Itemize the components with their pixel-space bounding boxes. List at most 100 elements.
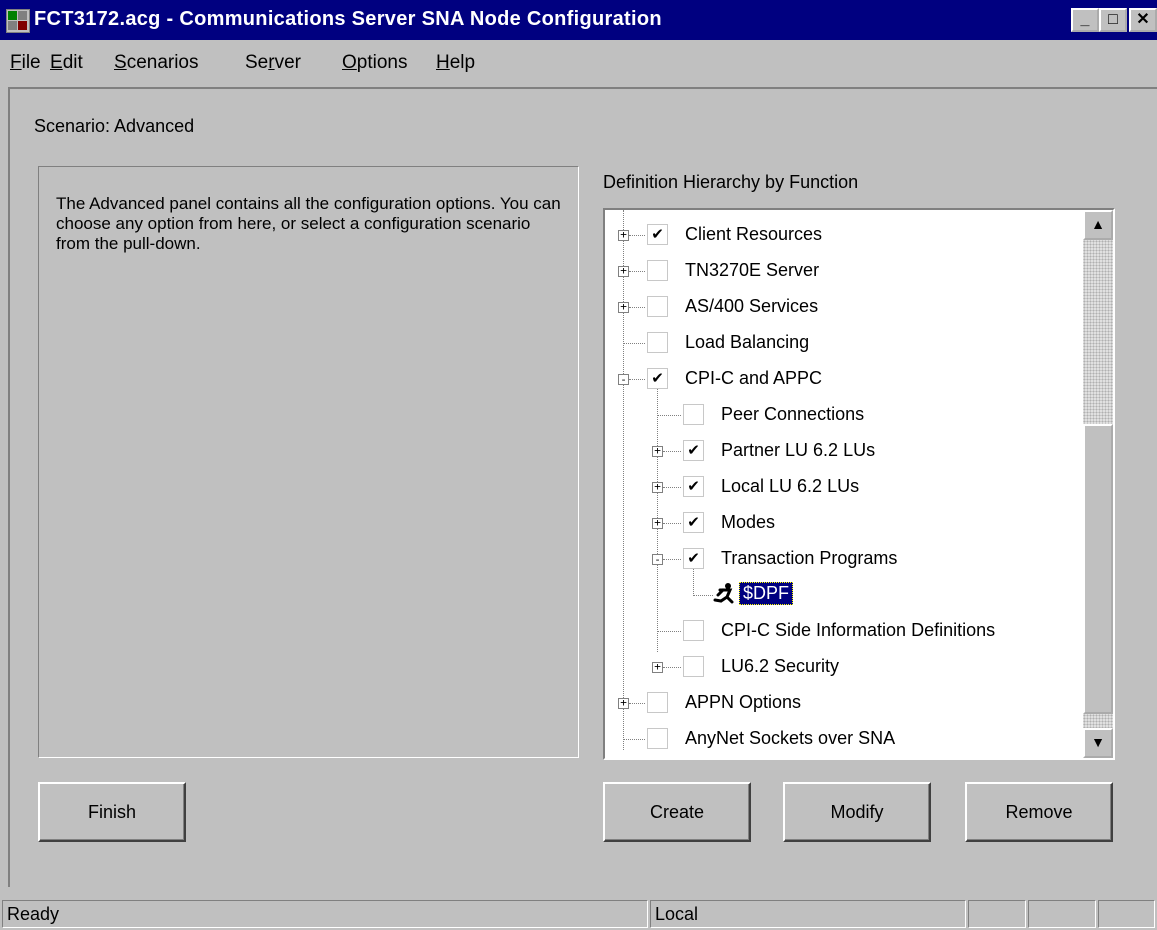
menu-file-mnemonic: F — [10, 52, 22, 73]
tree-connector — [629, 703, 645, 704]
finish-button[interactable]: Finish — [38, 782, 186, 842]
checkbox-transaction-programs[interactable]: ✔ — [683, 548, 704, 569]
checkbox-partner-lu62[interactable]: ✔ — [683, 440, 704, 461]
scroll-down-button[interactable]: ▼ — [1083, 728, 1113, 758]
scenario-label: Scenario: Advanced — [34, 116, 195, 136]
tree-connector — [623, 343, 645, 344]
menu-help-mnemonic: H — [436, 52, 450, 73]
collapse-icon[interactable]: - — [618, 374, 629, 385]
tree-item-as400-services[interactable]: + AS/400 Services — [605, 292, 1075, 322]
tree-item-label: AS/400 Services — [685, 296, 819, 316]
tree-item-tn3270e-server[interactable]: + TN3270E Server — [605, 256, 1075, 286]
menu-help[interactable]: Help — [436, 52, 475, 74]
tree-item-peer-connections[interactable]: Peer Connections — [605, 400, 1075, 430]
status-indicator-3 — [1098, 900, 1155, 928]
description-text: The Advanced panel contains all the conf… — [56, 194, 561, 253]
collapse-icon[interactable]: - — [652, 554, 663, 565]
definition-tree[interactable]: + ✔ Client Resources + TN3270E Server + … — [603, 208, 1115, 760]
modify-button[interactable]: Modify — [783, 782, 931, 842]
minimize-button[interactable]: _ — [1071, 8, 1099, 32]
hierarchy-label: Definition Hierarchy by Function — [603, 172, 859, 192]
checkbox-appn-options[interactable] — [647, 692, 668, 713]
running-person-icon — [713, 583, 734, 604]
checkbox-peer-connections[interactable] — [683, 404, 704, 425]
menu-edit-rest: dit — [62, 52, 83, 73]
checkbox-local-lu62[interactable]: ✔ — [683, 476, 704, 497]
tree-item-label: Modes — [721, 512, 776, 532]
tree-item-load-balancing[interactable]: Load Balancing — [605, 328, 1075, 358]
menu-file[interactable]: File — [10, 52, 41, 74]
tree-item-partner-lu62[interactable]: + ✔ Partner LU 6.2 LUs — [605, 436, 1075, 466]
menu-edit-mnemonic: E — [50, 52, 63, 73]
vertical-scrollbar[interactable]: ▲ ▼ — [1083, 210, 1113, 758]
menu-options[interactable]: Options — [342, 52, 407, 74]
expand-icon[interactable]: + — [652, 445, 663, 457]
tree-connector — [663, 559, 681, 560]
tree-item-cpic-side-info[interactable]: CPI-C Side Information Definitions — [605, 616, 1075, 646]
create-button[interactable]: Create — [603, 782, 751, 842]
tree-item-modes[interactable]: + ✔ Modes — [605, 508, 1075, 538]
checkbox-modes[interactable]: ✔ — [683, 512, 704, 533]
tree-item-label: Partner LU 6.2 LUs — [721, 440, 876, 460]
expand-icon[interactable]: + — [652, 517, 663, 529]
tree-connector — [629, 235, 645, 236]
tree-item-cpic-appc[interactable]: - ✔ CPI-C and APPC — [605, 364, 1075, 394]
tree-connector — [693, 595, 713, 596]
app-icon[interactable] — [6, 9, 30, 33]
menu-scenarios-mnemonic: S — [114, 52, 127, 73]
menu-bar: File Edit Scenarios Server Options Help — [0, 40, 1157, 86]
status-indicator-1 — [968, 900, 1026, 928]
remove-button[interactable]: Remove — [965, 782, 1113, 842]
menu-options-mnemonic: O — [342, 52, 357, 73]
window-title: FCT3172.acg - Communications Server SNA … — [34, 8, 662, 30]
expand-icon[interactable]: + — [618, 229, 629, 241]
checkbox-client-resources[interactable]: ✔ — [647, 224, 668, 245]
checkbox-load-balancing[interactable] — [647, 332, 668, 353]
checkbox-anynet-sockets[interactable] — [647, 728, 668, 749]
menu-scenarios[interactable]: Scenarios — [114, 52, 199, 74]
tree-connector — [663, 667, 681, 668]
tree-item-label: Transaction Programs — [721, 548, 898, 568]
tree-item-lu62-security[interactable]: + LU6.2 Security — [605, 652, 1075, 682]
scroll-thumb[interactable] — [1083, 424, 1113, 714]
maximize-button[interactable]: □ — [1099, 8, 1127, 32]
checkbox-cpic-appc[interactable]: ✔ — [647, 368, 668, 389]
menu-scenarios-rest: cenarios — [126, 52, 199, 73]
tree-connector — [623, 739, 645, 740]
expand-icon[interactable]: + — [652, 661, 663, 673]
tree-connector — [663, 523, 681, 524]
tree-connector — [629, 379, 645, 380]
checkbox-as400-services[interactable] — [647, 296, 668, 317]
status-bar: Ready Local — [0, 896, 1157, 930]
menu-help-rest: elp — [449, 52, 476, 73]
tree-item-appn-options[interactable]: + APPN Options — [605, 688, 1075, 718]
expand-icon[interactable]: + — [618, 697, 629, 709]
tree-item-anynet-sockets[interactable]: AnyNet Sockets over SNA — [605, 724, 1075, 754]
tree-item-local-lu62[interactable]: + ✔ Local LU 6.2 LUs — [605, 472, 1075, 502]
tree-item-transaction-programs[interactable]: - ✔ Transaction Programs — [605, 544, 1075, 574]
tree-connector — [629, 271, 645, 272]
title-bar[interactable]: FCT3172.acg - Communications Server SNA … — [0, 0, 1157, 40]
tree-item-label: Client Resources — [685, 224, 823, 244]
menu-server-pre: Se — [245, 52, 269, 73]
tree-item-label-selected: $DPF — [739, 582, 794, 605]
menu-server-rest: ver — [274, 52, 301, 73]
tree-item-label: Peer Connections — [721, 404, 865, 424]
expand-icon[interactable]: + — [652, 481, 663, 493]
expand-icon[interactable]: + — [618, 301, 629, 313]
tree-item-client-resources[interactable]: + ✔ Client Resources — [605, 220, 1075, 250]
checkbox-lu62-security[interactable] — [683, 656, 704, 677]
description-panel — [38, 166, 579, 758]
tree-item-label: CPI-C Side Information Definitions — [721, 620, 996, 640]
menu-edit[interactable]: Edit — [50, 52, 83, 74]
expand-icon[interactable]: + — [618, 265, 629, 277]
menu-server[interactable]: Server — [245, 52, 301, 74]
tree-item-dpf[interactable]: $DPF — [605, 580, 1075, 610]
menu-options-rest: ptions — [356, 52, 408, 73]
checkbox-tn3270e-server[interactable] — [647, 260, 668, 281]
checkbox-cpic-side-info[interactable] — [683, 620, 704, 641]
close-button[interactable]: ✕ — [1129, 8, 1157, 32]
scroll-up-button[interactable]: ▲ — [1083, 210, 1113, 240]
status-indicator-2 — [1028, 900, 1096, 928]
tree-connector — [663, 451, 681, 452]
